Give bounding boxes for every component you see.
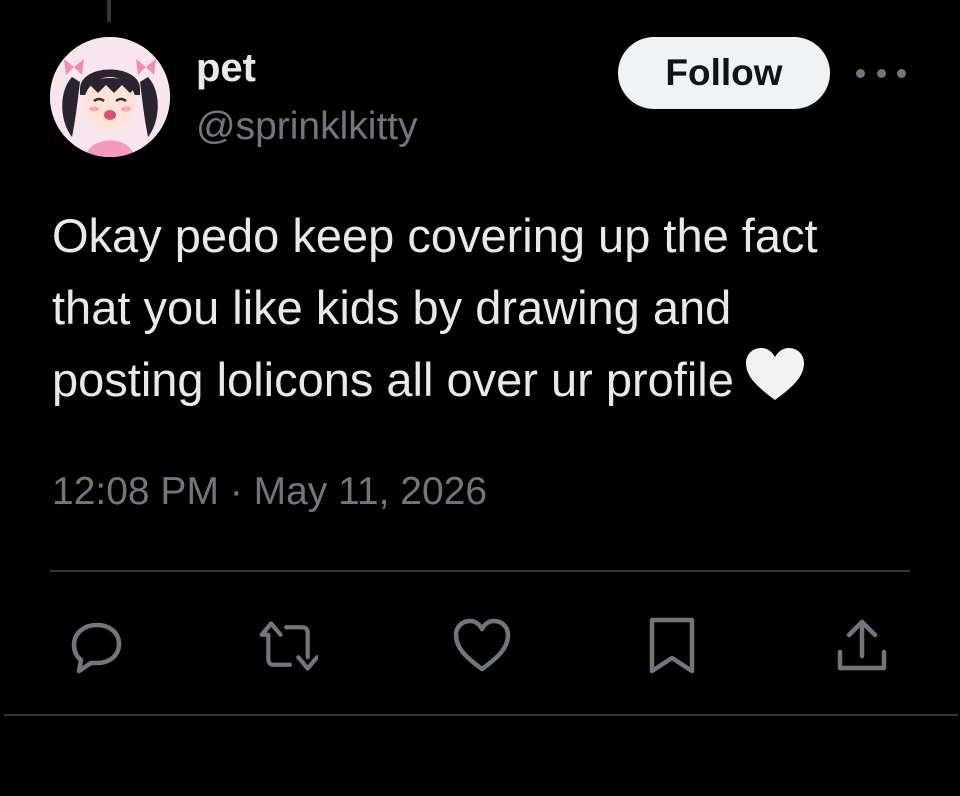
- bookmark-button[interactable]: [642, 616, 702, 676]
- anime-girl-avatar-image: [50, 37, 170, 157]
- more-dot: [856, 68, 865, 78]
- bookmark-icon: [649, 617, 695, 674]
- more-dot: [897, 68, 906, 78]
- share-icon: [837, 619, 887, 671]
- share-button[interactable]: [832, 616, 892, 676]
- more-options-icon[interactable]: [856, 58, 906, 88]
- author-display-name[interactable]: pet: [196, 44, 256, 92]
- heart-icon: [453, 618, 511, 672]
- thread-connector-line: [107, 0, 111, 22]
- divider: [4, 714, 958, 716]
- tweet-text-line-last: posting lolicons all over ur profile: [52, 344, 932, 422]
- tweet-text-line: posting lolicons all over ur profile: [52, 353, 734, 406]
- divider: [50, 570, 910, 572]
- reply-button[interactable]: [66, 616, 126, 676]
- tweet-text-line: that you like kids by drawing and: [52, 281, 732, 334]
- retweet-button[interactable]: [258, 616, 318, 676]
- follow-button[interactable]: Follow: [618, 37, 830, 109]
- like-button[interactable]: [452, 616, 512, 676]
- retweet-icon: [259, 621, 318, 671]
- tweet-text: Okay pedo keep covering up the fact that…: [52, 200, 932, 422]
- tweet-timestamp[interactable]: 12:08 PM · May 11, 2026: [52, 468, 487, 516]
- tweet-text-line: Okay pedo keep covering up the fact: [52, 209, 818, 262]
- more-dot: [876, 68, 886, 78]
- author-handle[interactable]: @sprinklkitty: [196, 103, 418, 151]
- white-heart-emoji-icon: [744, 346, 806, 422]
- reply-icon: [71, 622, 122, 674]
- avatar[interactable]: [50, 37, 170, 157]
